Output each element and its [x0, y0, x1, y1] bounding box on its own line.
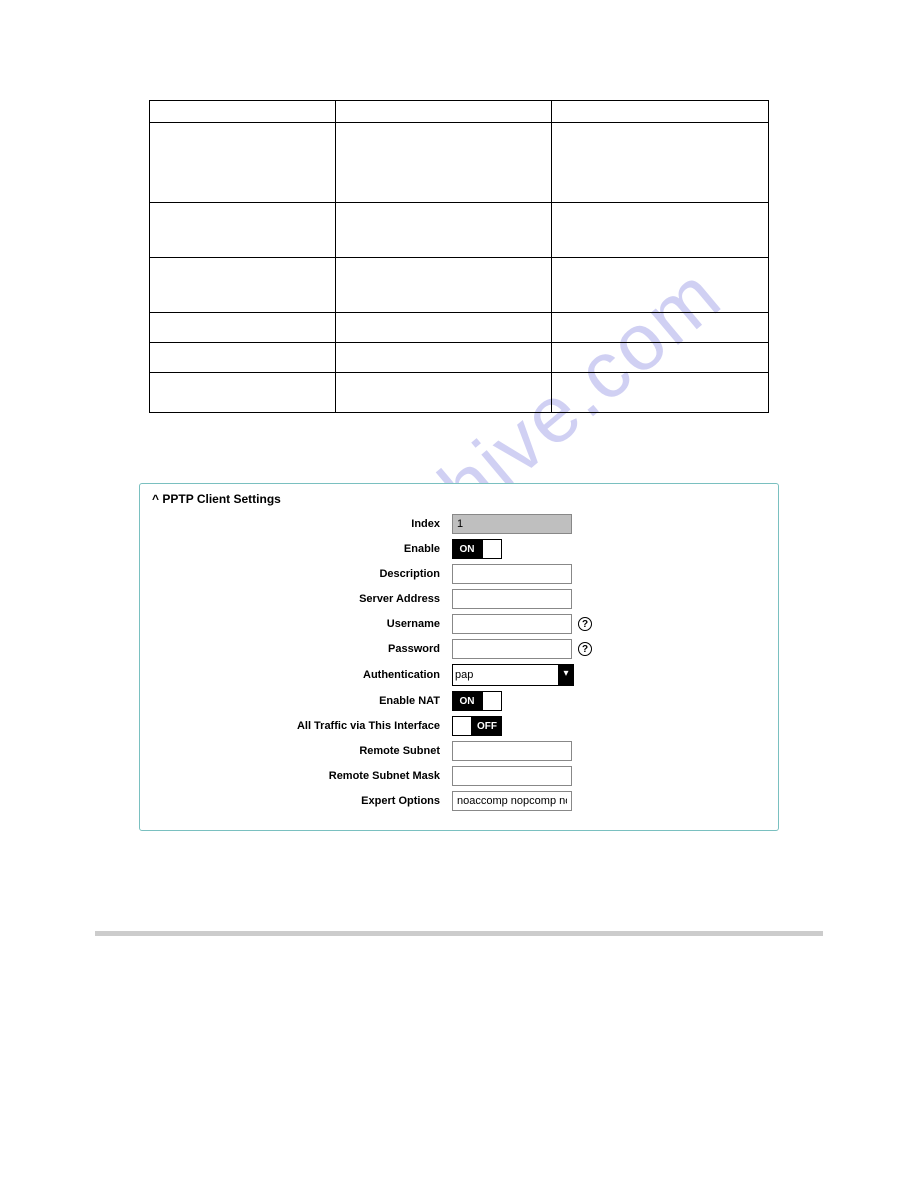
toggle-off-text: OFF — [472, 716, 502, 736]
remote-subnet-field[interactable] — [452, 741, 572, 761]
pptp-settings-panel: ^ PPTP Client Settings Index Enable ON — [139, 483, 779, 831]
enable-label: Enable — [152, 543, 452, 555]
expert-options-field[interactable] — [452, 791, 572, 811]
toggle-on-text: ON — [452, 691, 482, 711]
caret-icon: ^ — [152, 492, 159, 506]
index-label: Index — [152, 518, 452, 530]
remote-subnet-label: Remote Subnet — [152, 745, 452, 757]
nat-toggle[interactable]: ON — [452, 691, 502, 711]
server-address-field[interactable] — [452, 589, 572, 609]
description-field[interactable] — [452, 564, 572, 584]
traffic-toggle[interactable]: OFF — [452, 716, 502, 736]
index-field — [452, 514, 572, 534]
page-divider — [95, 931, 823, 936]
password-field[interactable] — [452, 639, 572, 659]
authentication-select[interactable]: pap — [452, 664, 574, 686]
password-label: Password — [152, 643, 452, 655]
nat-label: Enable NAT — [152, 695, 452, 707]
expert-options-label: Expert Options — [152, 795, 452, 807]
table-row — [150, 101, 769, 123]
server-address-label: Server Address — [152, 593, 452, 605]
toggle-on-text: ON — [452, 539, 482, 559]
panel-title: PPTP Client Settings — [162, 492, 280, 506]
username-field[interactable] — [452, 614, 572, 634]
table-row — [150, 258, 769, 313]
table-row — [150, 313, 769, 343]
empty-table — [149, 100, 769, 413]
remote-subnet-mask-field[interactable] — [452, 766, 572, 786]
table-row — [150, 123, 769, 203]
username-label: Username — [152, 618, 452, 630]
help-icon[interactable]: ? — [578, 617, 592, 631]
panel-header[interactable]: ^ PPTP Client Settings — [152, 492, 766, 506]
traffic-label: All Traffic via This Interface — [152, 720, 452, 732]
table-row — [150, 203, 769, 258]
description-label: Description — [152, 568, 452, 580]
table-row — [150, 373, 769, 413]
remote-subnet-mask-label: Remote Subnet Mask — [152, 770, 452, 782]
enable-toggle[interactable]: ON — [452, 539, 502, 559]
authentication-label: Authentication — [152, 669, 452, 681]
table-row — [150, 343, 769, 373]
help-icon[interactable]: ? — [578, 642, 592, 656]
